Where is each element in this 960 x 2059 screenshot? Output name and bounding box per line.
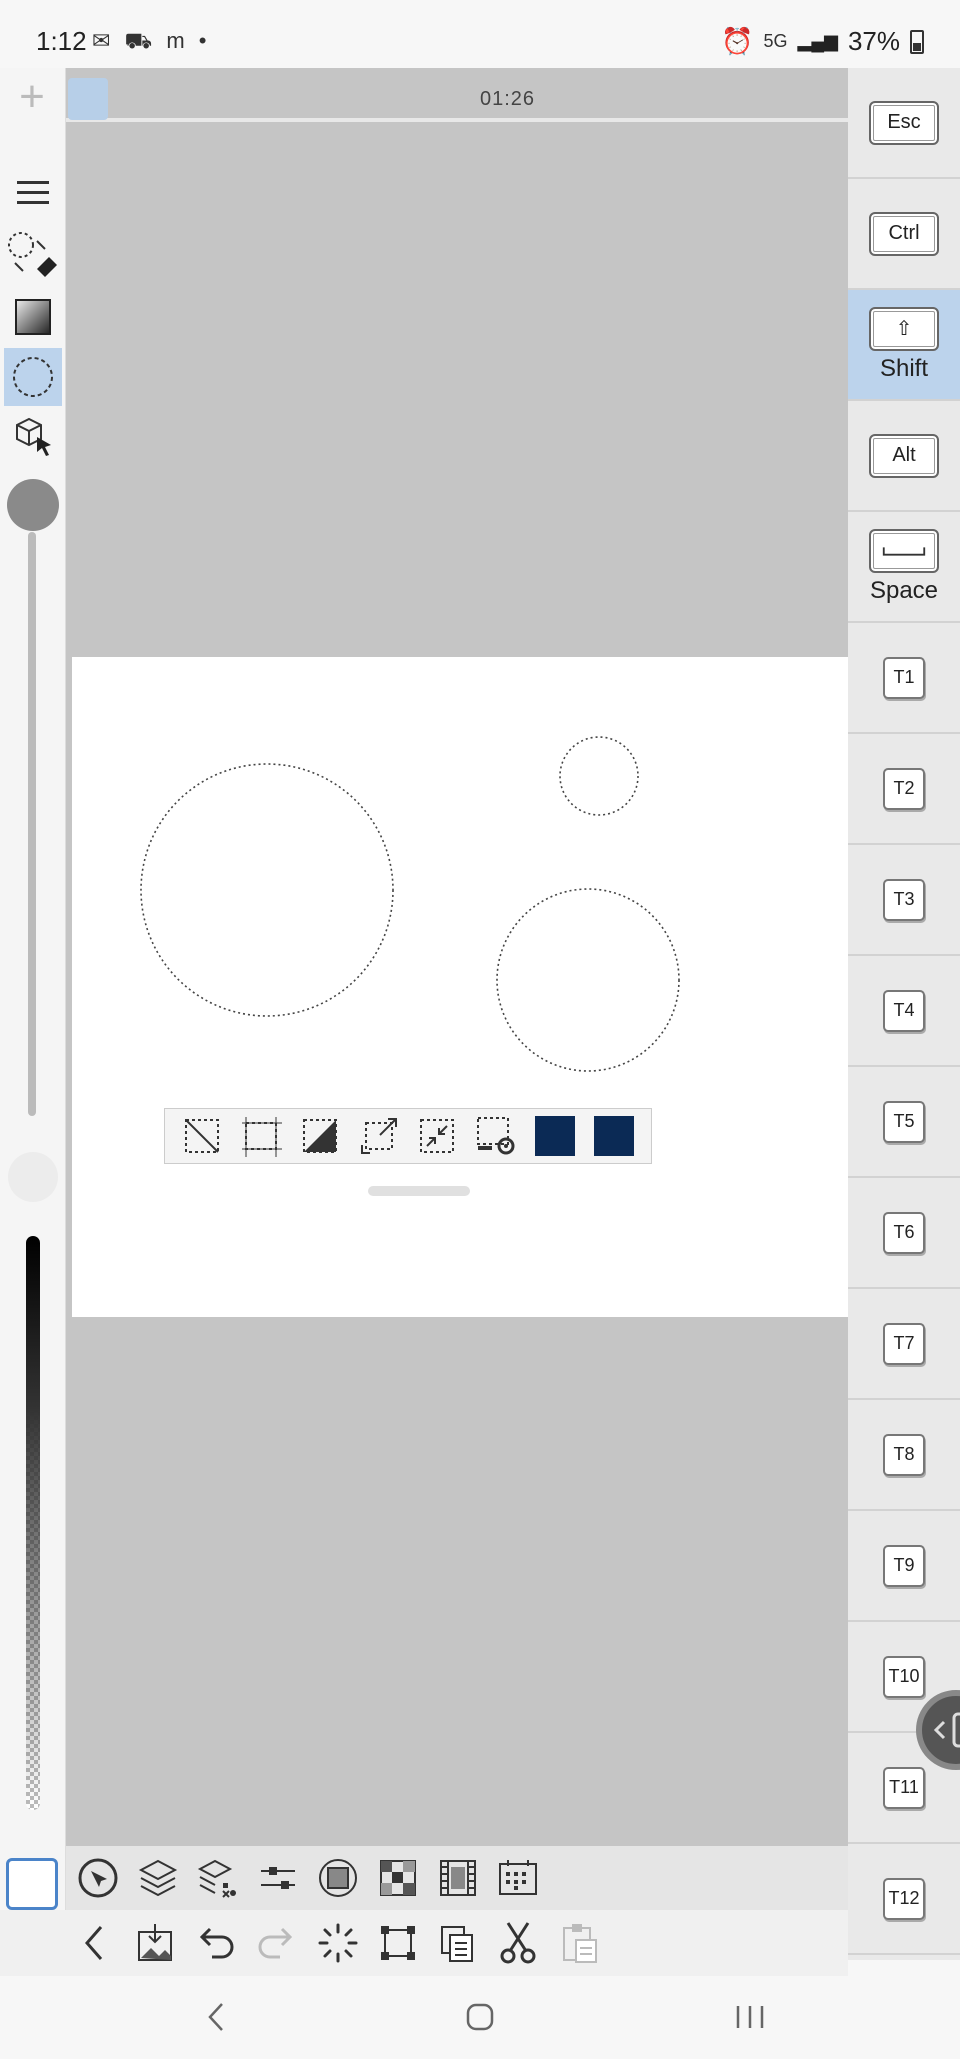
t-key[interactable]: T5 xyxy=(848,1067,960,1178)
collapse-panel-button[interactable] xyxy=(916,1690,960,1770)
t-key-label: T8 xyxy=(883,1433,925,1476)
t-key-label: T5 xyxy=(883,1100,925,1143)
undo-icon[interactable] xyxy=(192,1919,240,1967)
selection-eraser-icon[interactable] xyxy=(4,228,62,286)
brush-size-slider[interactable] xyxy=(28,532,36,1116)
t-key-label: T12 xyxy=(883,1877,925,1920)
redo-icon[interactable] xyxy=(252,1919,300,1967)
frame-grid-icon[interactable] xyxy=(494,1854,542,1902)
shrink-selection-icon[interactable] xyxy=(415,1114,459,1158)
nav-recents-icon[interactable] xyxy=(720,1992,780,2042)
copy-icon[interactable] xyxy=(434,1919,482,1967)
select-layer-icon[interactable] xyxy=(74,1854,122,1902)
alt-keycap: Alt xyxy=(869,433,939,478)
deselect-icon[interactable] xyxy=(180,1114,224,1158)
layer-properties-icon[interactable] xyxy=(194,1854,242,1902)
toolbar-drag-handle[interactable] xyxy=(368,1186,470,1196)
ctrl-keycap: Ctrl xyxy=(869,211,939,256)
left-toolbar: + xyxy=(0,68,66,1968)
network-indicator: 5G xyxy=(763,31,788,51)
t-key[interactable]: T8 xyxy=(848,1400,960,1511)
t-key[interactable]: T9 xyxy=(848,1511,960,1622)
adjust-icon[interactable] xyxy=(254,1854,302,1902)
current-color-swatch[interactable] xyxy=(6,1858,58,1910)
3d-object-select-icon[interactable] xyxy=(4,408,62,466)
t-key-label: T2 xyxy=(883,767,925,810)
status-right: ⏰ 5G ▂▄▆ 37% xyxy=(721,26,924,57)
bottom-toolbar-top xyxy=(66,1846,848,1910)
paste-icon[interactable] xyxy=(556,1919,604,1967)
battery-icon xyxy=(910,29,924,54)
t-key[interactable]: T4 xyxy=(848,956,960,1067)
fill-swatch-icon[interactable] xyxy=(533,1114,577,1158)
selection-toolbar xyxy=(164,1108,652,1164)
bottom-toolbar-bottom xyxy=(0,1910,848,1976)
ellipse-selection-icon[interactable] xyxy=(4,348,62,406)
slider-handle[interactable] xyxy=(8,1152,58,1202)
t-key[interactable]: T2 xyxy=(848,734,960,845)
nav-back-icon[interactable] xyxy=(186,1992,246,2042)
space-key[interactable]: Space xyxy=(848,512,960,623)
timeline-bar[interactable] xyxy=(66,76,848,122)
fill-swatch-icon[interactable] xyxy=(592,1114,636,1158)
timeline-time: 01:26 xyxy=(480,88,536,110)
selection-circle-medium xyxy=(496,888,680,1072)
t-key[interactable]: T6 xyxy=(848,1178,960,1289)
nav-home-icon[interactable] xyxy=(450,1992,510,2042)
selection-circle-large xyxy=(140,763,394,1017)
t-key-label: T3 xyxy=(883,878,925,921)
export-icon[interactable] xyxy=(132,1919,180,1967)
transform-icon[interactable] xyxy=(374,1919,422,1967)
palette-grid-icon[interactable] xyxy=(374,1854,422,1902)
signal-icon: ▂▄▆ xyxy=(797,31,838,51)
t-key[interactable]: T7 xyxy=(848,1289,960,1400)
timeline-frame-thumb[interactable] xyxy=(68,78,108,120)
t-key-label: T11 xyxy=(883,1766,925,1809)
alt-key[interactable]: Alt xyxy=(848,401,960,512)
brush-size-icon[interactable] xyxy=(4,476,62,534)
system-nav-bar xyxy=(0,1976,960,2059)
drawing-canvas[interactable] xyxy=(72,657,848,1317)
gradient-icon[interactable] xyxy=(4,288,62,346)
mask-icon[interactable] xyxy=(314,1854,362,1902)
opacity-slider[interactable] xyxy=(26,1236,40,1810)
ctrl-key[interactable]: Ctrl xyxy=(848,179,960,290)
select-all-icon[interactable] xyxy=(239,1114,283,1158)
t-key-label: T10 xyxy=(883,1655,925,1698)
film-icon[interactable] xyxy=(434,1854,482,1902)
cut-icon[interactable] xyxy=(494,1919,542,1967)
t-key-label: T4 xyxy=(883,989,925,1032)
invert-selection-icon[interactable] xyxy=(298,1114,342,1158)
esc-keycap: Esc xyxy=(869,100,939,145)
t-key[interactable]: T12 xyxy=(848,1844,960,1955)
shift-key[interactable]: ⇧ Shift xyxy=(848,290,960,401)
layers-icon[interactable] xyxy=(134,1854,182,1902)
t-key-label: T6 xyxy=(883,1211,925,1254)
t-key-label: T7 xyxy=(883,1322,925,1365)
space-bar-icon xyxy=(869,528,939,573)
status-time: 1:12 xyxy=(36,26,87,56)
menu-icon[interactable] xyxy=(4,164,62,222)
t-key-label: T1 xyxy=(883,656,925,699)
shift-label: Shift xyxy=(879,354,929,382)
selection-settings-icon[interactable] xyxy=(474,1114,518,1158)
t-key[interactable]: T1 xyxy=(848,623,960,734)
shift-arrow-icon: ⇧ xyxy=(869,306,939,351)
t-key-label: T9 xyxy=(883,1544,925,1587)
esc-key[interactable]: Esc xyxy=(848,68,960,179)
space-label: Space xyxy=(869,576,939,604)
battery-percent: 37% xyxy=(847,26,900,56)
notification-icons: ✉ ⛟ m • xyxy=(92,28,211,53)
back-icon[interactable] xyxy=(70,1919,118,1967)
expand-selection-icon[interactable] xyxy=(357,1114,401,1158)
selection-circle-small xyxy=(559,736,639,816)
t-key[interactable]: T3 xyxy=(848,845,960,956)
loading-icon[interactable] xyxy=(314,1919,362,1967)
status-bar: 1:12 ✉ ⛟ m • ⏰ 5G ▂▄▆ 37% xyxy=(0,0,960,68)
add-icon[interactable]: + xyxy=(10,75,54,119)
alarm-icon: ⏰ xyxy=(721,26,754,56)
